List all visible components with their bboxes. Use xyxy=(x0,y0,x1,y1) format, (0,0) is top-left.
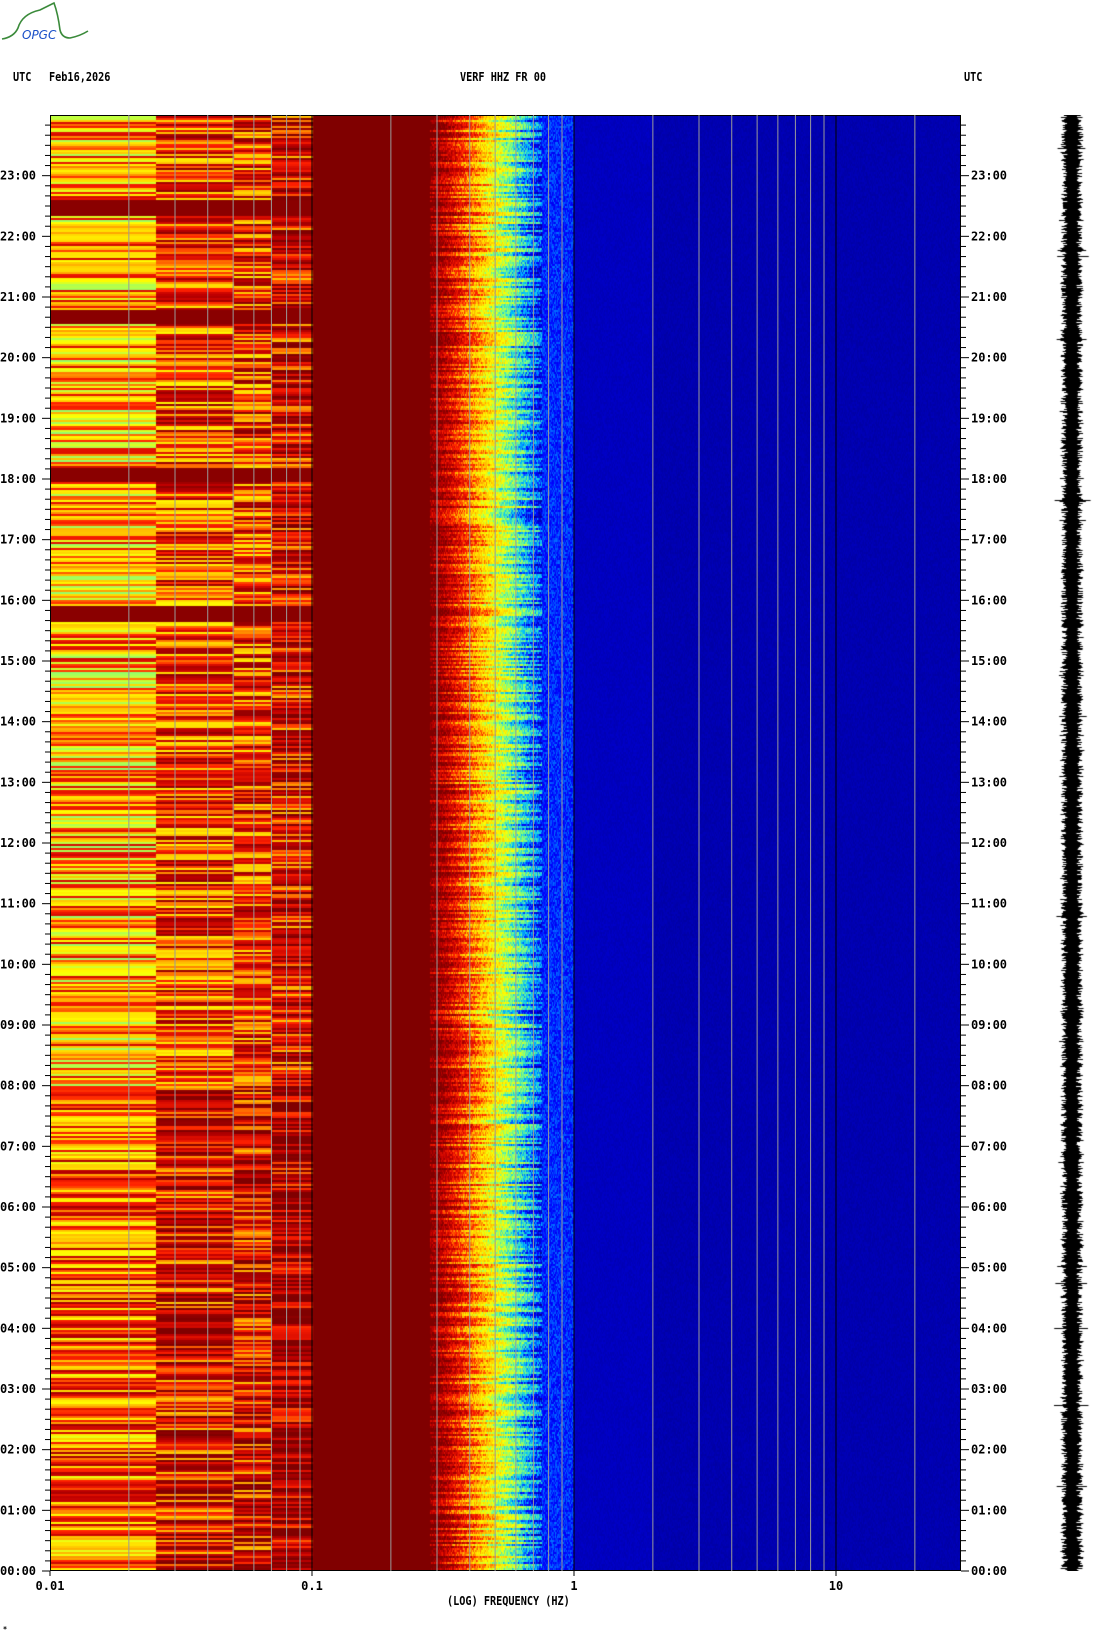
y-tick-label-left: 15:00 xyxy=(0,654,36,668)
y-tick-label-right: 17:00 xyxy=(971,533,1007,547)
axes-layer: 0.01 0.1 1 10 00:00 00:00 01:00 01:00 02:00 02:00… xyxy=(0,115,1007,1593)
x-tick-label: 0.1 xyxy=(301,1579,323,1593)
y-tick-label-left: 06:00 xyxy=(0,1200,36,1214)
y-tick-label-left: 03:00 xyxy=(0,1382,36,1396)
y-tick-label-right: 02:00 xyxy=(971,1443,1007,1457)
y-tick-label-left: 21:00 xyxy=(0,290,36,304)
x-tick-label: 0.01 xyxy=(36,1579,65,1593)
y-tick-label-left: 05:00 xyxy=(0,1261,36,1275)
y-tick-label-left: 14:00 xyxy=(0,715,36,729)
y-tick-label-left: 17:00 xyxy=(0,533,36,547)
x-tick-label: 1 xyxy=(570,1579,577,1593)
y-tick-label-left: 04:00 xyxy=(0,1321,36,1335)
y-tick-label-left: 13:00 xyxy=(0,775,36,789)
y-tick-label-right: 16:00 xyxy=(971,593,1007,607)
y-tick-label-left: 08:00 xyxy=(0,1079,36,1093)
y-tick-label-right: 07:00 xyxy=(971,1139,1007,1153)
y-tick-label-left: 11:00 xyxy=(0,897,36,911)
y-tick-label-left: 16:00 xyxy=(0,593,36,607)
y-tick-label-right: 09:00 xyxy=(971,1018,1007,1032)
x-tick-label: 10 xyxy=(829,1579,843,1593)
y-tick-label-left: 00:00 xyxy=(0,1564,36,1578)
y-tick-label-right: 08:00 xyxy=(971,1079,1007,1093)
y-tick-label-right: 23:00 xyxy=(971,169,1007,183)
y-tick-label-left: 20:00 xyxy=(0,351,36,365)
y-tick-label-left: 12:00 xyxy=(0,836,36,850)
y-tick-label-right: 18:00 xyxy=(971,472,1007,486)
y-tick-label-right: 00:00 xyxy=(971,1564,1007,1578)
y-tick-label-right: 05:00 xyxy=(971,1261,1007,1275)
x-axis-label: (LOG) FREQUENCY (HZ) xyxy=(447,1594,570,1608)
y-tick-label-left: 19:00 xyxy=(0,411,36,425)
y-tick-label-left: 18:00 xyxy=(0,472,36,486)
y-tick-label-left: 23:00 xyxy=(0,169,36,183)
y-tick-label-right: 12:00 xyxy=(971,836,1007,850)
seismic-waveform-trace xyxy=(1050,115,1094,1571)
y-tick-label-right: 01:00 xyxy=(971,1503,1007,1517)
y-tick-label-right: 04:00 xyxy=(971,1321,1007,1335)
y-tick-label-right: 21:00 xyxy=(971,290,1007,304)
y-tick-label-left: 10:00 xyxy=(0,957,36,971)
y-tick-label-right: 03:00 xyxy=(971,1382,1007,1396)
y-tick-label-left: 22:00 xyxy=(0,229,36,243)
y-tick-label-left: 01:00 xyxy=(0,1503,36,1517)
y-tick-label-right: 15:00 xyxy=(971,654,1007,668)
y-tick-label-right: 14:00 xyxy=(971,715,1007,729)
y-tick-label-left: 02:00 xyxy=(0,1443,36,1457)
y-tick-label-right: 20:00 xyxy=(971,351,1007,365)
y-tick-label-right: 19:00 xyxy=(971,411,1007,425)
y-tick-label-right: 13:00 xyxy=(971,775,1007,789)
y-tick-label-left: 09:00 xyxy=(0,1018,36,1032)
y-tick-label-right: 22:00 xyxy=(971,229,1007,243)
y-tick-label-right: 10:00 xyxy=(971,957,1007,971)
footer-mark: * xyxy=(3,1625,8,1634)
y-tick-label-right: 06:00 xyxy=(971,1200,1007,1214)
y-tick-label-right: 11:00 xyxy=(971,897,1007,911)
y-tick-label-left: 07:00 xyxy=(0,1139,36,1153)
